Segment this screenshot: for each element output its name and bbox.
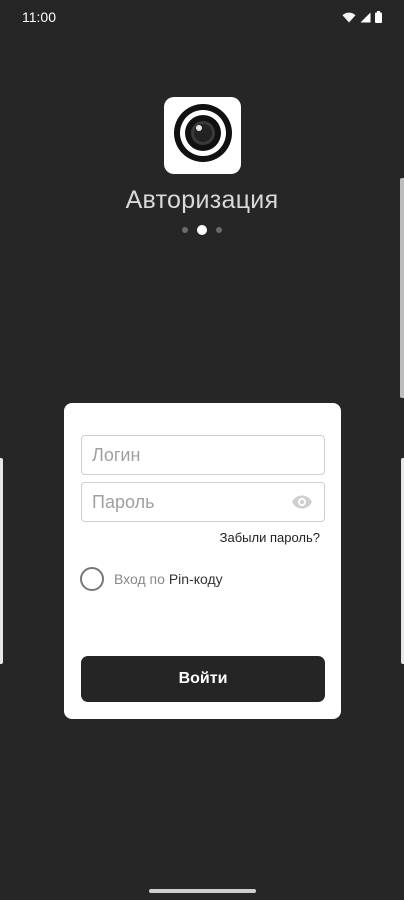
battery-icon <box>375 11 382 23</box>
edge-panel-handle-left[interactable] <box>0 458 3 664</box>
page-dot <box>216 227 222 233</box>
pin-login-label-prefix: Вход по <box>114 571 165 587</box>
wifi-icon <box>342 12 356 23</box>
page-dot-active <box>197 225 207 235</box>
forgot-password-link[interactable]: Забыли пароль? <box>220 530 320 545</box>
signal-icon <box>360 12 371 23</box>
page-indicator <box>0 225 404 235</box>
pin-login-radio[interactable] <box>80 567 104 591</box>
camera-lens-icon <box>172 102 234 169</box>
login-input[interactable] <box>81 435 325 475</box>
page-dot <box>182 227 188 233</box>
pin-login-label-suffix: Pin-коду <box>168 571 223 587</box>
pin-login-option[interactable]: Вход по Pin-коду <box>80 567 223 591</box>
login-button[interactable]: Войти <box>81 656 325 702</box>
status-bar: 11:00 <box>0 0 404 34</box>
eye-icon[interactable] <box>290 492 314 512</box>
status-time: 11:00 <box>22 9 56 25</box>
status-icons <box>342 11 382 23</box>
navigation-gesture-handle[interactable] <box>149 889 256 893</box>
page-title: Авторизация <box>125 186 279 214</box>
login-card: Забыли пароль? Вход по Pin-коду Войти <box>64 403 341 719</box>
app-logo <box>164 97 241 174</box>
pin-login-label: Вход по Pin-коду <box>114 571 223 587</box>
password-input[interactable] <box>81 482 325 522</box>
